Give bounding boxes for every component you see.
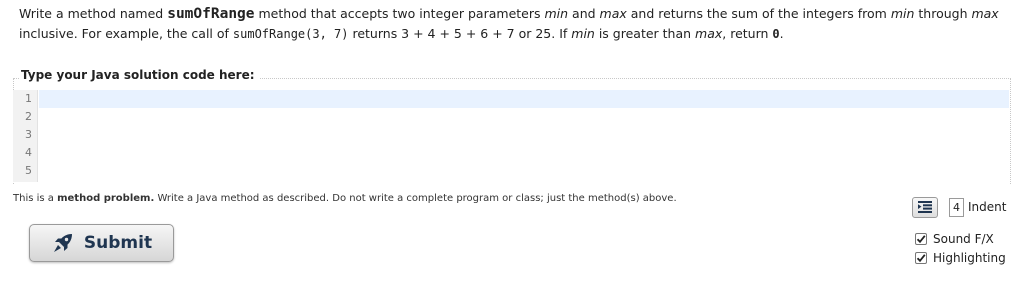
line-number: 1 [25, 92, 32, 105]
line-number: 3 [25, 128, 32, 141]
submit-button[interactable]: Submit [29, 224, 174, 262]
submit-label: Submit [83, 233, 153, 253]
highlighting-checkbox[interactable] [915, 252, 927, 264]
param-name: min [571, 26, 595, 41]
problem-description: Write a method named sumOfRange method t… [19, 4, 1009, 44]
param-name: min [890, 6, 915, 21]
method-problem-note: This is a method problem. Write a Java m… [13, 193, 773, 204]
problem-text: is greater than [594, 26, 696, 41]
line-number: 5 [25, 164, 32, 177]
example-call: sumOfRange(3, 7) [232, 27, 349, 41]
problem-text: through [914, 6, 972, 21]
problem-text: method that accepts two integer paramete… [254, 6, 545, 21]
indent-label: Indent [968, 200, 1007, 214]
indent-icon [918, 198, 932, 217]
param-name: max [695, 26, 723, 41]
note-bold-text: method problem. [57, 193, 155, 204]
problem-text: and [568, 6, 600, 21]
return-value: 0 [772, 27, 780, 41]
sound-fx-option[interactable]: Sound F/X [915, 232, 994, 246]
note-text: Write a Java method as described. Do not… [154, 193, 677, 204]
rocket-icon [51, 231, 75, 255]
code-input[interactable] [39, 90, 1009, 182]
param-name: max [599, 6, 627, 21]
problem-text: , return [722, 26, 773, 41]
line-number-gutter: 1 2 3 4 5 [13, 90, 38, 182]
param-name: max [971, 6, 999, 21]
highlighting-option[interactable]: Highlighting [915, 251, 1006, 265]
problem-text: returns 3 + 4 + 5 + 6 + 7 or 25. If [348, 26, 572, 41]
method-name: sumOfRange [167, 6, 255, 22]
code-editor: 1 2 3 4 5 [13, 90, 1011, 182]
problem-text: . [779, 26, 784, 41]
problem-text: inclusive. For example, the call of [19, 26, 233, 41]
line-number: 2 [25, 110, 32, 123]
highlighting-label: Highlighting [933, 251, 1006, 265]
note-text: This is a [13, 193, 58, 204]
problem-text: and returns the sum of the integers from [626, 6, 891, 21]
indent-size-input[interactable]: 4 [949, 198, 964, 217]
param-name: min [544, 6, 569, 21]
sound-fx-checkbox[interactable] [915, 233, 927, 245]
problem-text: Write a method named [19, 6, 168, 21]
line-number: 4 [25, 146, 32, 159]
solution-legend: Type your Java solution code here: [19, 68, 259, 82]
sound-fx-label: Sound F/X [933, 232, 994, 246]
indent-button[interactable] [912, 197, 938, 218]
